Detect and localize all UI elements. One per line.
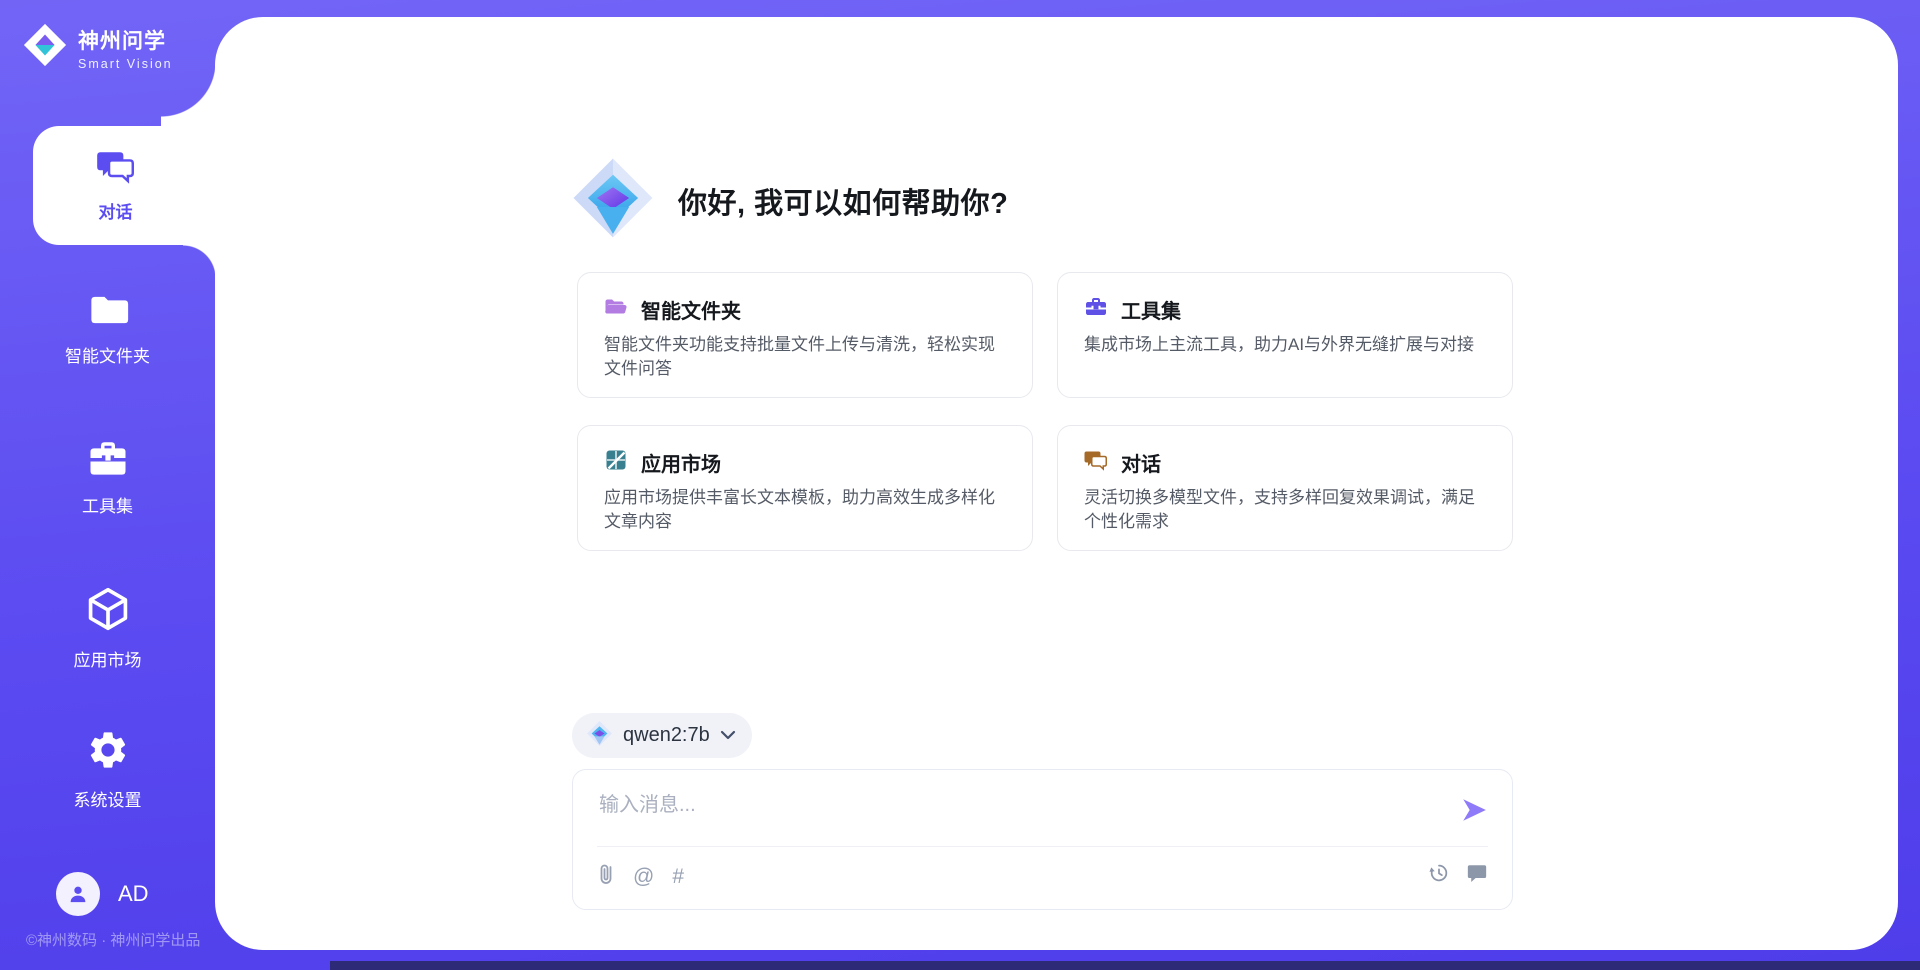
active-tab-curve-bottom — [183, 245, 216, 278]
chevron-down-icon — [720, 727, 736, 745]
message-input[interactable] — [599, 784, 1439, 826]
card-description: 应用市场提供丰富长文本模板，助力高效生成多样化文章内容 — [604, 486, 1006, 534]
card-title: 应用市场 — [641, 448, 721, 477]
bottom-edge-strip — [330, 961, 1920, 970]
sidebar-footer-credit: ©神州数码 · 神州问学出品 — [26, 929, 200, 950]
card-app-market[interactable]: 应用市场 应用市场提供丰富长文本模板，助力高效生成多样化文章内容 — [577, 425, 1033, 551]
card-chat[interactable]: 对话 灵活切换多模型文件，支持多样回复效果调试，满足个性化需求 — [1057, 425, 1513, 551]
sidebar-item-label: 系统设置 — [0, 786, 215, 811]
composer-divider — [597, 846, 1488, 847]
sidebar-item-label: 工具集 — [0, 492, 215, 517]
folder-icon — [0, 292, 215, 333]
folder-open-icon — [604, 295, 628, 324]
briefcase-icon — [0, 438, 215, 483]
sidebar-item-settings[interactable]: 系统设置 — [0, 728, 215, 811]
card-title: 工具集 — [1121, 295, 1181, 324]
feature-cards: 智能文件夹 智能文件夹功能支持批量文件上传与清洗，轻松实现文件问答 工具集 集成… — [577, 272, 1513, 551]
mention-icon[interactable]: @ — [633, 866, 654, 887]
grid-icon — [604, 448, 628, 477]
briefcase-icon — [1084, 295, 1108, 324]
sidebar-item-toolset[interactable]: 工具集 — [0, 438, 215, 517]
card-title: 对话 — [1121, 448, 1161, 477]
history-icon[interactable] — [1428, 862, 1450, 889]
avatar — [56, 872, 100, 916]
chat-icon — [96, 149, 136, 190]
model-name: qwen2:7b — [623, 724, 710, 747]
card-description: 智能文件夹功能支持批量文件上传与清洗，轻松实现文件问答 — [604, 333, 1006, 381]
chat-icon — [1084, 449, 1108, 477]
brand-subtitle: Smart Vision — [78, 57, 173, 71]
brand-diamond-icon — [22, 22, 68, 73]
gear-icon — [0, 728, 215, 777]
attachment-icon[interactable] — [597, 862, 615, 891]
send-icon[interactable] — [1460, 796, 1488, 824]
model-diamond-icon — [586, 720, 613, 752]
sidebar: 神州问学 Smart Vision 对话 智能文件夹 — [0, 0, 215, 970]
brand-name: 神州问学 — [78, 25, 173, 55]
brand-logo: 神州问学 Smart Vision — [22, 22, 173, 73]
greeting-block: 你好, 我可以如何帮助你? — [570, 155, 1008, 246]
chat-bubble-icon[interactable] — [1466, 862, 1488, 889]
card-smart-folder[interactable]: 智能文件夹 智能文件夹功能支持批量文件上传与清洗，轻松实现文件问答 — [577, 272, 1033, 398]
sidebar-item-app-market[interactable]: 应用市场 — [0, 586, 215, 671]
hashtag-icon[interactable]: # — [672, 866, 684, 887]
sidebar-item-chat[interactable]: 对话 — [33, 126, 216, 245]
model-selector[interactable]: qwen2:7b — [572, 713, 752, 758]
active-tab-curve-top — [161, 62, 216, 126]
card-description: 集成市场上主流工具，助力AI与外界无缝扩展与对接 — [1084, 333, 1486, 357]
sidebar-item-label: 智能文件夹 — [0, 342, 215, 367]
composer-tools-right — [1428, 862, 1488, 889]
card-description: 灵活切换多模型文件，支持多样回复效果调试，满足个性化需求 — [1084, 486, 1486, 534]
sidebar-item-label: 对话 — [99, 198, 133, 223]
assistant-diamond-icon — [570, 155, 656, 246]
greeting-text: 你好, 我可以如何帮助你? — [678, 180, 1008, 222]
card-title: 智能文件夹 — [641, 295, 741, 324]
message-composer: @ # — [572, 769, 1513, 910]
cube-icon — [0, 586, 215, 637]
composer-tools-left: @ # — [597, 862, 684, 891]
app-window: 神州问学 Smart Vision 对话 智能文件夹 — [0, 0, 1920, 970]
sidebar-item-smart-folder[interactable]: 智能文件夹 — [0, 292, 215, 367]
user-account[interactable]: AD — [56, 872, 149, 916]
user-initials: AD — [118, 881, 149, 907]
card-toolset[interactable]: 工具集 集成市场上主流工具，助力AI与外界无缝扩展与对接 — [1057, 272, 1513, 398]
sidebar-item-label: 应用市场 — [0, 646, 215, 671]
